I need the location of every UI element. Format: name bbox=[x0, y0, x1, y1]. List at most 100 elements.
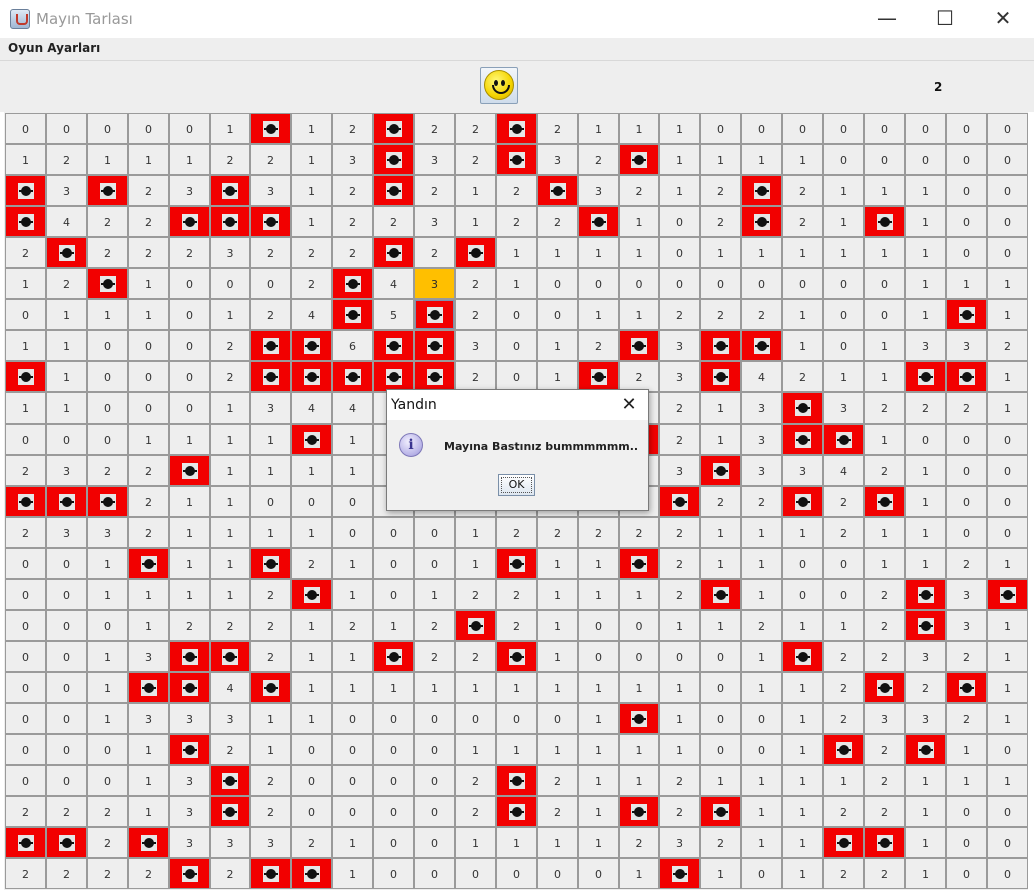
board-cell[interactable]: 1 bbox=[905, 206, 946, 237]
board-cell[interactable]: 0 bbox=[987, 796, 1028, 827]
board-cell[interactable]: 1 bbox=[332, 827, 373, 858]
board-cell[interactable]: 3 bbox=[250, 175, 291, 206]
maximize-button[interactable]: ☐ bbox=[916, 0, 974, 38]
board-cell[interactable]: 0 bbox=[373, 827, 414, 858]
board-cell[interactable]: 1 bbox=[332, 424, 373, 455]
mine-cell[interactable] bbox=[864, 486, 905, 517]
board-cell[interactable]: 1 bbox=[414, 579, 455, 610]
board-cell[interactable]: 2 bbox=[823, 641, 864, 672]
board-cell[interactable]: 2 bbox=[210, 858, 250, 889]
board-cell[interactable]: 1 bbox=[741, 827, 782, 858]
board-cell[interactable]: 0 bbox=[46, 424, 87, 455]
board-cell[interactable]: 0 bbox=[169, 113, 210, 144]
mine-cell[interactable] bbox=[373, 361, 414, 392]
board-cell[interactable]: 2 bbox=[128, 858, 169, 889]
board-cell[interactable]: 0 bbox=[946, 175, 987, 206]
board-cell[interactable]: 0 bbox=[332, 734, 373, 765]
board-cell[interactable]: 1 bbox=[987, 361, 1028, 392]
board-cell[interactable]: 2 bbox=[87, 237, 128, 268]
board-cell[interactable]: 1 bbox=[578, 579, 619, 610]
board-cell[interactable]: 1 bbox=[291, 113, 332, 144]
board-cell[interactable]: 0 bbox=[5, 641, 46, 672]
board-cell[interactable]: 1 bbox=[782, 858, 823, 889]
board-cell[interactable]: 0 bbox=[659, 237, 700, 268]
board-cell[interactable]: 2 bbox=[5, 796, 46, 827]
mine-cell[interactable] bbox=[741, 206, 782, 237]
board-cell[interactable]: 2 bbox=[864, 796, 905, 827]
board-cell[interactable]: 0 bbox=[946, 517, 987, 548]
mine-cell[interactable] bbox=[250, 361, 291, 392]
board-cell[interactable]: 1 bbox=[782, 330, 823, 361]
board-cell[interactable]: 1 bbox=[987, 548, 1028, 579]
board-cell[interactable]: 2 bbox=[619, 827, 659, 858]
board-cell[interactable]: 0 bbox=[46, 703, 87, 734]
mine-cell[interactable] bbox=[700, 330, 741, 361]
mine-cell[interactable] bbox=[782, 424, 823, 455]
board-cell[interactable]: 0 bbox=[87, 610, 128, 641]
board-cell[interactable]: 0 bbox=[864, 299, 905, 330]
board-cell[interactable]: 1 bbox=[659, 113, 700, 144]
board-cell[interactable]: 0 bbox=[128, 392, 169, 424]
board-cell[interactable]: 0 bbox=[87, 424, 128, 455]
board-cell[interactable]: 2 bbox=[5, 237, 46, 268]
board-cell[interactable]: 1 bbox=[496, 268, 537, 299]
board-cell[interactable]: 0 bbox=[659, 641, 700, 672]
board-cell[interactable]: 1 bbox=[823, 610, 864, 641]
board-cell[interactable]: 2 bbox=[210, 330, 250, 361]
board-cell[interactable]: 4 bbox=[741, 361, 782, 392]
board-cell[interactable]: 1 bbox=[578, 734, 619, 765]
board-cell[interactable]: 0 bbox=[987, 517, 1028, 548]
mine-cell[interactable] bbox=[210, 175, 250, 206]
board-cell[interactable]: 2 bbox=[46, 858, 87, 889]
board-cell[interactable]: 2 bbox=[332, 113, 373, 144]
board-cell[interactable]: 1 bbox=[619, 206, 659, 237]
board-cell[interactable]: 0 bbox=[373, 579, 414, 610]
board-cell[interactable]: 1 bbox=[619, 299, 659, 330]
board-cell[interactable]: 1 bbox=[700, 424, 741, 455]
mine-cell[interactable] bbox=[332, 299, 373, 330]
board-cell[interactable]: 1 bbox=[864, 237, 905, 268]
board-cell[interactable]: 3 bbox=[905, 641, 946, 672]
mine-cell[interactable] bbox=[619, 548, 659, 579]
board-cell[interactable]: 0 bbox=[5, 610, 46, 641]
board-cell[interactable]: 1 bbox=[741, 641, 782, 672]
board-cell[interactable]: 1 bbox=[823, 361, 864, 392]
board-cell[interactable]: 1 bbox=[537, 672, 578, 703]
mine-cell[interactable] bbox=[169, 734, 210, 765]
board-cell[interactable]: 1 bbox=[250, 517, 291, 548]
board-cell[interactable]: 2 bbox=[332, 175, 373, 206]
board-cell[interactable]: 2 bbox=[659, 424, 700, 455]
board-cell[interactable]: 0 bbox=[905, 113, 946, 144]
board-cell[interactable]: 0 bbox=[700, 268, 741, 299]
mine-cell[interactable] bbox=[659, 486, 700, 517]
mine-cell[interactable] bbox=[5, 361, 46, 392]
mine-cell[interactable] bbox=[905, 579, 946, 610]
board-cell[interactable]: 2 bbox=[128, 455, 169, 486]
board-cell[interactable]: 0 bbox=[414, 796, 455, 827]
board-cell[interactable]: 0 bbox=[169, 268, 210, 299]
mine-cell[interactable] bbox=[537, 175, 578, 206]
board-cell[interactable]: 4 bbox=[291, 299, 332, 330]
mine-cell[interactable] bbox=[332, 361, 373, 392]
board-cell[interactable]: 0 bbox=[946, 858, 987, 889]
mine-cell[interactable] bbox=[291, 858, 332, 889]
board-cell[interactable]: 0 bbox=[5, 424, 46, 455]
board-cell[interactable]: 2 bbox=[250, 765, 291, 796]
board-cell[interactable]: 1 bbox=[496, 734, 537, 765]
mine-cell[interactable] bbox=[210, 765, 250, 796]
board-cell[interactable]: 1 bbox=[782, 734, 823, 765]
board-cell[interactable]: 0 bbox=[46, 579, 87, 610]
board-cell[interactable]: 0 bbox=[496, 299, 537, 330]
mine-cell[interactable] bbox=[250, 330, 291, 361]
mine-cell[interactable] bbox=[210, 796, 250, 827]
board-cell[interactable]: 1 bbox=[578, 548, 619, 579]
board-cell[interactable]: 1 bbox=[291, 206, 332, 237]
board-cell[interactable]: 3 bbox=[946, 579, 987, 610]
mine-cell[interactable] bbox=[128, 827, 169, 858]
board-cell[interactable]: 2 bbox=[46, 144, 87, 175]
board-cell[interactable]: 0 bbox=[659, 268, 700, 299]
board-cell[interactable]: 0 bbox=[946, 206, 987, 237]
board-cell[interactable]: 2 bbox=[537, 796, 578, 827]
mine-cell[interactable] bbox=[823, 827, 864, 858]
board-cell[interactable]: 1 bbox=[537, 330, 578, 361]
